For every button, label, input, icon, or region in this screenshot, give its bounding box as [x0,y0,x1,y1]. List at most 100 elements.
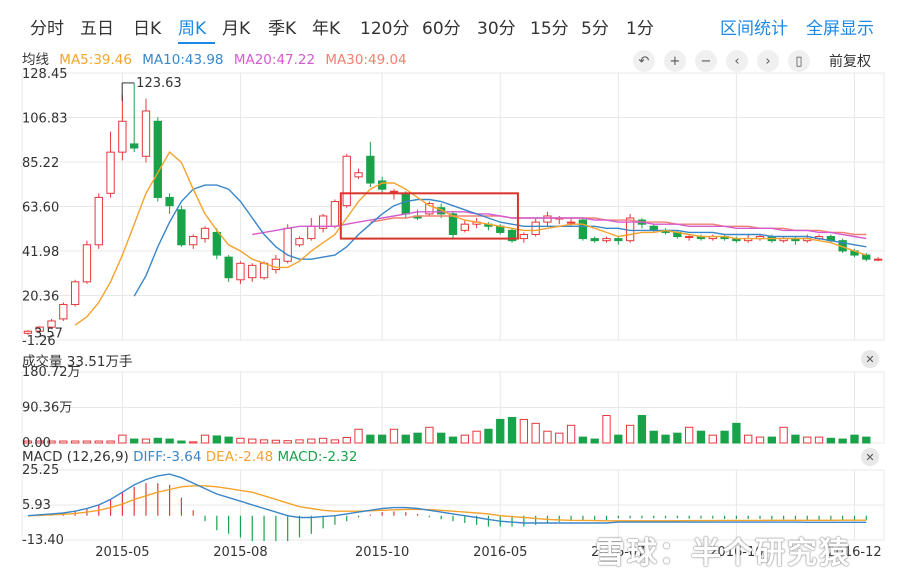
candle-body [472,221,481,225]
volume-bar [803,436,812,444]
tab-11[interactable]: 5分 [581,14,609,39]
volume-bar [342,436,351,444]
macd-legend: MACD (12,26,9) DIFF:-3.64 DEA:-2.48 MACD… [22,449,357,465]
candle-body [165,196,174,207]
fullscreen-button[interactable]: 全屏显示 [806,14,874,39]
candle-body [59,303,68,320]
candle-body [484,223,493,227]
tab-5[interactable]: 季K [268,14,296,39]
volume-bar [366,434,375,444]
volume-bar [850,434,859,444]
volume-bar [130,438,139,444]
volume-bar [460,434,469,444]
volume-bar [496,418,505,444]
candle-body [448,213,458,235]
range-stats-button[interactable]: 区间统计 [720,14,788,39]
candle-body [413,215,422,219]
tab-4[interactable]: 月K [222,14,250,39]
tab-0[interactable]: 分时 [30,14,64,39]
candle-body [70,281,80,305]
candle-body [307,225,316,240]
price-tick-label: -1.26 [22,334,56,349]
volume-bar [70,440,80,444]
chart-toolbar: ↶ + − ‹ › ▯ [633,50,810,72]
candle-body [566,221,576,224]
candle-body [82,244,92,283]
candle-type-icon[interactable]: ▯ [788,50,810,72]
macd-tick-label: 25.25 [22,463,59,478]
candle-body [767,236,776,242]
ma5-line [74,151,867,326]
volume-bar [318,437,328,444]
tab-6[interactable]: 年K [312,14,340,39]
tab-12[interactable]: 1分 [626,14,654,39]
volume-bar [200,434,210,444]
macd-dea-label: DEA:-2.48 [205,449,274,465]
candle-body [744,238,753,242]
ma10-line [133,184,867,297]
candle-body [673,231,682,238]
tab-9[interactable]: 30分 [477,14,516,39]
ma10-label: MA10:43.98 [142,52,224,68]
macd-diff-label: DIFF:-3.64 [133,449,202,465]
undo-icon[interactable]: ↶ [633,50,655,72]
tab-7[interactable]: 120分 [360,14,409,39]
candle-body [543,215,552,223]
tab-1[interactable]: 五日 [80,14,114,39]
price-low-label: 3.57 [34,326,63,341]
price-adjust-dropdown[interactable]: 前复权 [829,51,871,71]
volume-bar [661,434,670,444]
tab-2[interactable]: 日K [133,14,161,39]
tab-8[interactable]: 60分 [422,14,461,39]
candle-body [685,236,694,239]
volume-bar [248,438,257,444]
tab-3[interactable]: 周K [178,14,206,39]
candle-body [47,320,56,328]
price-tick-label: 41.98 [22,245,59,260]
candle-body [153,120,162,198]
candle-body [838,240,847,252]
ma30-line [370,215,867,236]
candle-body [437,207,446,215]
candle-body [791,238,800,242]
candle-body [602,238,611,242]
candle-body [578,219,588,240]
volume-bar [141,438,151,444]
volume-bar [389,428,399,444]
volume-bar [437,432,446,444]
ma5-label: MA5:39.46 [59,52,132,68]
candle-body [94,196,103,246]
candle-body [755,236,765,240]
candle-body [803,238,812,242]
tab-10[interactable]: 15分 [530,14,569,39]
volume-bar [106,440,115,444]
volume-bar [212,435,221,444]
volume-bar [755,436,765,444]
price-tick-label: 106.83 [22,112,68,127]
scroll-right-icon[interactable]: › [757,50,779,72]
ma20-line [252,211,867,240]
volume-bar [767,436,776,444]
candle-body [555,217,564,220]
price-frame [21,72,885,341]
candle-body [590,238,599,242]
candle-body [496,225,505,233]
zoom-in-icon[interactable]: + [664,50,686,72]
scroll-left-icon[interactable]: ‹ [726,50,748,72]
x-tick-label: 2015-08 [213,545,267,560]
candle-body [625,217,635,242]
price-panel: 123.63 [23,76,883,335]
zoom-out-icon[interactable]: − [695,50,717,72]
volume-bar [720,430,729,444]
candle-body [614,238,623,242]
candle-body [118,120,127,153]
volume-close-icon[interactable]: ✕ [861,350,879,368]
volume-bar [354,428,363,444]
macd-close-icon[interactable]: ✕ [861,448,879,466]
volume-bar [23,440,33,444]
ma20-label: MA20:47.22 [233,52,316,68]
volume-frame [21,371,885,444]
ma-legend: 均线 MA5:39.46 MA10:43.98 MA20:47.22 MA30:… [22,48,413,68]
candle-body [342,155,351,207]
volume-bar [82,440,92,444]
